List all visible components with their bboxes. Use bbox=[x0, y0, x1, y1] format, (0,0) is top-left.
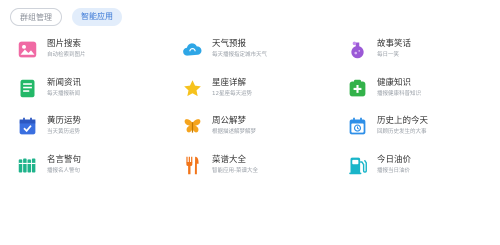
app-desc: 回顾历史发生的大事 bbox=[377, 129, 427, 135]
app-dream[interactable]: 周公解梦 根据描述解梦解梦 bbox=[182, 115, 256, 139]
app-title: 历史上的今天 bbox=[377, 116, 429, 126]
calendar-check-icon bbox=[17, 116, 38, 137]
book-icon bbox=[17, 155, 38, 176]
app-title: 新闻资讯 bbox=[47, 77, 82, 88]
app-almanac[interactable]: 黄历运势 当天黄历运势 bbox=[17, 115, 81, 139]
app-desc: 每天播报指定城市天气 bbox=[212, 52, 268, 58]
health-icon bbox=[347, 78, 368, 99]
app-history-today[interactable]: 历史上的今天 回顾历史发生的大事 bbox=[347, 115, 428, 139]
butterfly-icon bbox=[182, 116, 203, 137]
app-row: 名言警句 播报名人警句 菜谱大全 智能应用-菜谱大全 今日油价 播报当日油价 bbox=[17, 154, 487, 193]
app-desc: 自动检索到图片 bbox=[47, 52, 86, 58]
app-story-joke[interactable]: 故事笑话 每日一笑 bbox=[347, 38, 411, 62]
app-title: 周公解梦 bbox=[212, 116, 247, 126]
history-calendar-icon bbox=[347, 116, 368, 137]
cloud-icon bbox=[182, 39, 203, 60]
app-title: 名言警句 bbox=[47, 154, 82, 165]
app-row: 新闻资讯 每天播报新闻 星座详解 12星座每天运势 健康知识 播报健康科普知识 bbox=[17, 77, 487, 116]
app-recipes[interactable]: 菜谱大全 智能应用-菜谱大全 bbox=[182, 154, 258, 178]
app-health[interactable]: 健康知识 播报健康科普知识 bbox=[347, 77, 421, 101]
app-desc: 当天黄历运势 bbox=[47, 129, 81, 135]
star-icon bbox=[182, 78, 203, 99]
tab-smart-apps[interactable]: 智能应用 bbox=[72, 8, 122, 26]
app-desc: 播报健康科普知识 bbox=[377, 90, 422, 97]
tab-group-management[interactable]: 群组管理 bbox=[10, 8, 62, 26]
news-icon bbox=[17, 78, 38, 99]
app-title: 菜谱大全 bbox=[212, 154, 247, 165]
app-grid: 图片搜索 自动检索到图片 天气预报 每天播报指定城市天气 故事笑话 每日一笑 新… bbox=[17, 38, 487, 192]
app-desc: 根据描述解梦解梦 bbox=[212, 129, 257, 135]
app-row: 图片搜索 自动检索到图片 天气预报 每天播报指定城市天气 故事笑话 每日一笑 bbox=[17, 38, 487, 77]
app-desc: 12星座每天运势 bbox=[212, 90, 252, 97]
app-title: 健康知识 bbox=[377, 77, 412, 88]
tab-bar: 群组管理 智能应用 bbox=[10, 8, 122, 26]
app-desc: 每天播报新闻 bbox=[47, 90, 81, 97]
image-icon bbox=[17, 39, 38, 60]
app-quotes[interactable]: 名言警句 播报名人警句 bbox=[17, 154, 81, 178]
app-desc: 播报名人警句 bbox=[47, 167, 81, 174]
utensils-icon bbox=[182, 155, 203, 176]
app-title: 图片搜索 bbox=[47, 39, 82, 49]
app-image-search[interactable]: 图片搜索 自动检索到图片 bbox=[17, 38, 86, 62]
app-desc: 每日一笑 bbox=[377, 52, 400, 58]
app-row: 黄历运势 当天黄历运势 周公解梦 根据描述解梦解梦 历史上的今天 回顾历史发生的… bbox=[17, 115, 487, 154]
app-title: 黄历运势 bbox=[47, 116, 82, 126]
app-desc: 播报当日油价 bbox=[377, 167, 411, 174]
app-title: 故事笑话 bbox=[377, 39, 412, 49]
app-title: 星座详解 bbox=[212, 77, 247, 88]
app-horoscope[interactable]: 星座详解 12星座每天运势 bbox=[182, 77, 252, 101]
app-news[interactable]: 新闻资讯 每天播报新闻 bbox=[17, 77, 81, 101]
app-desc: 智能应用-菜谱大全 bbox=[212, 167, 258, 174]
app-title: 今日油价 bbox=[377, 154, 412, 165]
app-title: 天气预报 bbox=[212, 39, 247, 49]
app-oil-price[interactable]: 今日油价 播报当日油价 bbox=[347, 154, 411, 178]
potion-icon bbox=[347, 39, 368, 60]
app-weather[interactable]: 天气预报 每天播报指定城市天气 bbox=[182, 38, 267, 62]
fuel-pump-icon bbox=[347, 155, 368, 176]
